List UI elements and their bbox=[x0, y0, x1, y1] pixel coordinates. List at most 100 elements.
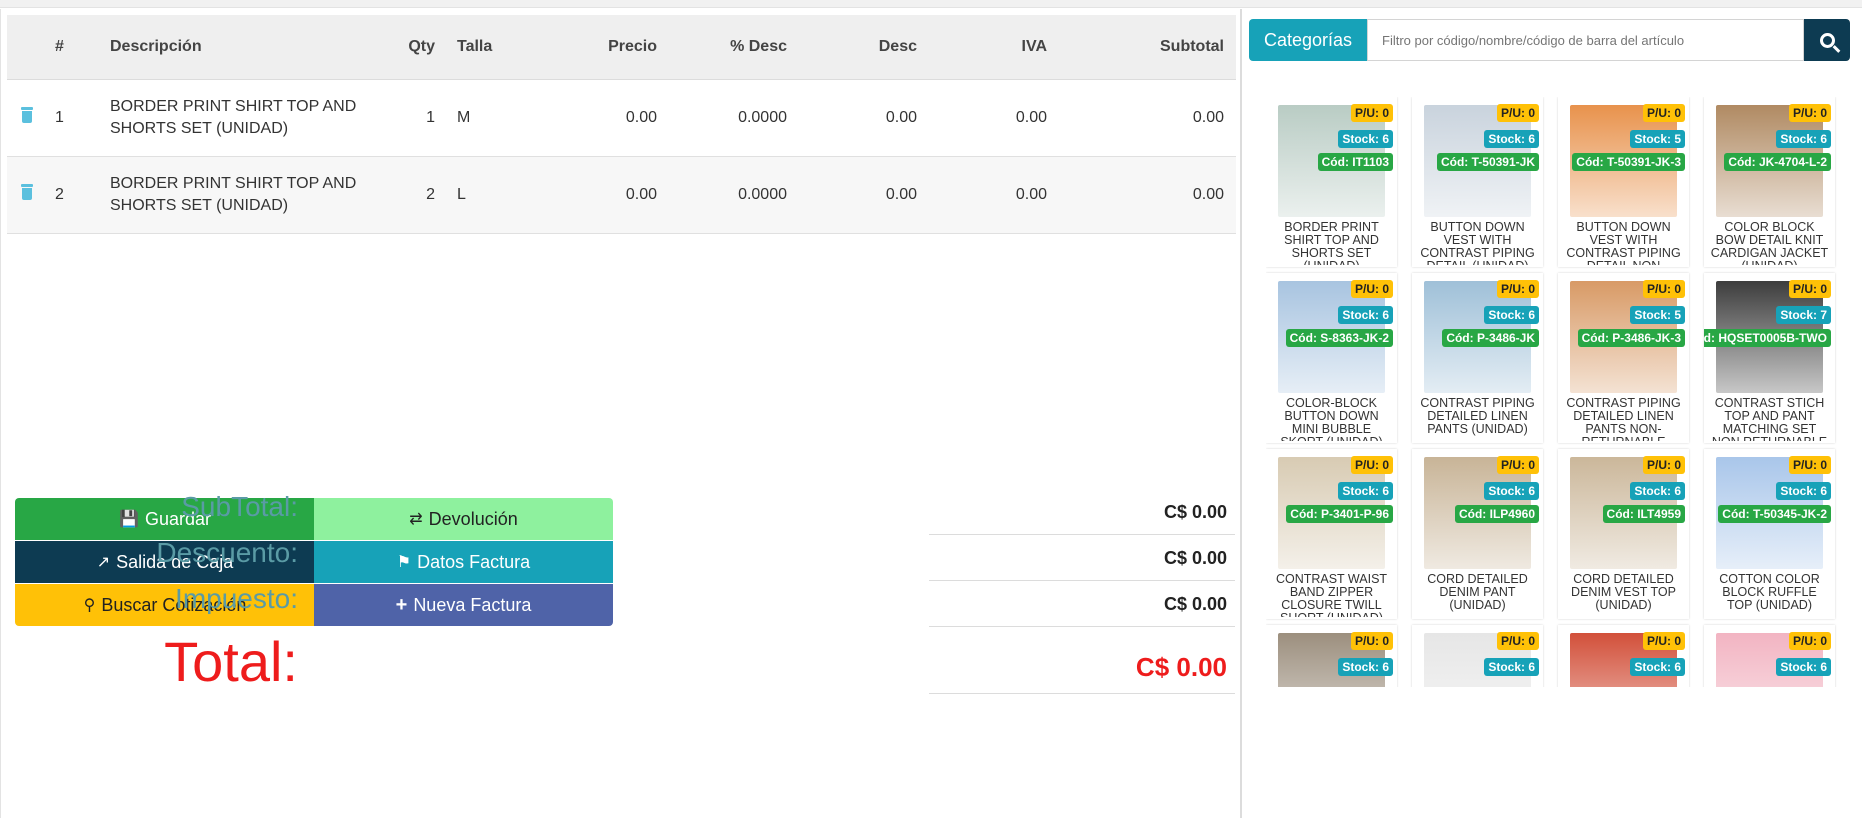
product-card[interactable]: P/U: 0 Stock: 6 Cód: P-3401-P-96 CONTRAST W… bbox=[1266, 449, 1397, 619]
row-number: 1 bbox=[47, 79, 102, 157]
catalog-panel: Categorías P/U: 0 Stock: 6 Cód: IT1103 BORD… bbox=[1244, 9, 1862, 818]
price-badge: P/U: 0 bbox=[1496, 104, 1539, 122]
tax-label: Impuesto: bbox=[175, 583, 298, 614]
header-subtotal: Subtotal bbox=[1059, 15, 1236, 80]
product-card[interactable]: P/U: 0 Stock: 6 bbox=[1558, 625, 1689, 687]
row-iva: 0.00 bbox=[929, 79, 1059, 157]
code-badge: Cód: P-3401-P-96 bbox=[1286, 505, 1393, 523]
code-badge: Cód: HQSET0005B-TWO bbox=[1704, 329, 1831, 347]
categories-button[interactable]: Categorías bbox=[1249, 19, 1367, 61]
price-badge: P/U: 0 bbox=[1642, 104, 1685, 122]
row-number: 2 bbox=[47, 156, 102, 234]
row-discount-pct[interactable]: 0.0000 bbox=[669, 156, 799, 234]
items-table: # Descripción Qty Talla Precio % Desc De… bbox=[7, 15, 1236, 234]
product-card[interactable]: P/U: 0 Stock: 6 bbox=[1704, 625, 1835, 687]
price-badge: P/U: 0 bbox=[1642, 632, 1685, 650]
code-badge: Cód: JK-4704-L-2 bbox=[1724, 153, 1831, 171]
product-card[interactable]: P/U: 0 Stock: 6 Cód: T-50345-JK-2 COTTON CO… bbox=[1704, 449, 1835, 619]
row-size: M bbox=[449, 79, 559, 157]
code-badge: Cód: T-50391-JK bbox=[1436, 153, 1539, 171]
price-badge: P/U: 0 bbox=[1642, 280, 1685, 298]
price-badge: P/U: 0 bbox=[1350, 280, 1393, 298]
price-badge: P/U: 0 bbox=[1496, 280, 1539, 298]
delete-row-button[interactable] bbox=[7, 79, 47, 157]
stock-badge: Stock: 6 bbox=[1338, 130, 1393, 148]
floppy-icon: 💾 bbox=[119, 511, 139, 528]
price-badge: P/U: 0 bbox=[1496, 456, 1539, 474]
stock-badge: Stock: 6 bbox=[1776, 658, 1831, 676]
header-discount-pct: % Desc bbox=[669, 15, 799, 80]
code-badge: Cód: T-50391-JK-3 bbox=[1572, 153, 1685, 171]
row-price[interactable]: 0.00 bbox=[559, 79, 669, 157]
retweet-icon: ⇄ bbox=[409, 511, 423, 528]
trash-icon[interactable] bbox=[21, 107, 33, 123]
header-iva: IVA bbox=[929, 15, 1059, 80]
stock-badge: Stock: 6 bbox=[1484, 658, 1539, 676]
product-card[interactable]: P/U: 0 Stock: 6 Cód: ILT4959 CORD DETAILED … bbox=[1558, 449, 1689, 619]
search-icon: ⚲ bbox=[83, 597, 96, 614]
row-discount: 0.00 bbox=[799, 156, 929, 234]
header-description: Descripción bbox=[102, 15, 389, 80]
price-badge: P/U: 0 bbox=[1496, 632, 1539, 650]
product-card[interactable]: P/U: 0 Stock: 6 Cód: ILP4960 CORD DETAILED … bbox=[1412, 449, 1543, 619]
invoice-data-button[interactable]: ⚑ Datos Factura bbox=[314, 541, 613, 583]
search-button[interactable] bbox=[1804, 19, 1850, 61]
product-card[interactable]: P/U: 0 Stock: 6 Cód: S-8363-JK-2 COLOR-BLOC… bbox=[1266, 273, 1397, 443]
stock-badge: Stock: 6 bbox=[1776, 482, 1831, 500]
table-row: 2 BORDER PRINT SHIRT TOP AND SHORTS SET … bbox=[7, 156, 1236, 234]
external-link-icon: ↗ bbox=[96, 554, 111, 571]
subtotal-value: C$ 0.00 bbox=[929, 489, 1235, 535]
product-name: COTTON COLOR BLOCK RUFFLE TOP (UNIDAD) bbox=[1719, 573, 1820, 612]
trash-icon[interactable] bbox=[21, 184, 33, 200]
product-card[interactable]: P/U: 0 Stock: 5 Cód: T-50391-JK-3 BUTTON DO… bbox=[1558, 97, 1689, 267]
product-name: CONTRAST WAIST BAND ZIPPER CLOSURE TWILL… bbox=[1275, 573, 1388, 617]
subtotal-label: SubTotal: bbox=[181, 491, 298, 522]
return-button[interactable]: ⇄ Devolución bbox=[314, 498, 613, 540]
tax-value: C$ 0.00 bbox=[929, 581, 1235, 627]
tag-icon: ⚑ bbox=[396, 554, 412, 571]
header-qty: Qty bbox=[389, 15, 449, 80]
product-card[interactable]: P/U: 0 Stock: 6 Cód: T-50391-JK BUTTON DOWN… bbox=[1412, 97, 1543, 267]
product-card[interactable]: P/U: 0 Stock: 7 Cód: HQSET0005B-TWO CONTRAS… bbox=[1704, 273, 1835, 443]
row-subtotal: 0.00 bbox=[1059, 156, 1236, 234]
row-price[interactable]: 0.00 bbox=[559, 156, 669, 234]
code-badge: Cód: P-3486-JK bbox=[1442, 329, 1539, 347]
price-badge: P/U: 0 bbox=[1642, 456, 1685, 474]
product-name: BUTTON DOWN VEST WITH CONTRAST PIPING DE… bbox=[1420, 221, 1535, 265]
code-badge: Cód: P-3486-JK-3 bbox=[1577, 329, 1685, 347]
product-search-input[interactable] bbox=[1367, 19, 1804, 61]
stock-badge: Stock: 5 bbox=[1630, 306, 1685, 324]
product-name: BORDER PRINT SHIRT TOP AND SHORTS SET (U… bbox=[1284, 221, 1379, 265]
stock-badge: Stock: 7 bbox=[1776, 306, 1831, 324]
product-name: COLOR BLOCK BOW DETAIL KNIT CARDIGAN JAC… bbox=[1710, 221, 1829, 265]
product-name: CORD DETAILED DENIM VEST TOP (UNIDAD) bbox=[1571, 573, 1676, 612]
row-discount-pct[interactable]: 0.0000 bbox=[669, 79, 799, 157]
header-delete bbox=[7, 15, 47, 80]
code-badge: Cód: ILT4959 bbox=[1602, 505, 1685, 523]
price-badge: P/U: 0 bbox=[1350, 456, 1393, 474]
price-badge: P/U: 0 bbox=[1788, 456, 1831, 474]
product-card[interactable]: P/U: 0 Stock: 6 bbox=[1266, 625, 1397, 687]
search-icon bbox=[1819, 32, 1835, 48]
stock-badge: Stock: 6 bbox=[1630, 658, 1685, 676]
invoice-panel: # Descripción Qty Talla Precio % Desc De… bbox=[0, 9, 1242, 818]
row-qty[interactable]: 1 bbox=[389, 79, 449, 157]
table-row: 1 BORDER PRINT SHIRT TOP AND SHORTS SET … bbox=[7, 79, 1236, 157]
stock-badge: Stock: 5 bbox=[1630, 130, 1685, 148]
price-badge: P/U: 0 bbox=[1350, 104, 1393, 122]
delete-row-button[interactable] bbox=[7, 156, 47, 234]
stock-badge: Stock: 6 bbox=[1484, 130, 1539, 148]
total-label: Total: bbox=[164, 630, 298, 693]
stock-badge: Stock: 6 bbox=[1484, 482, 1539, 500]
row-qty[interactable]: 2 bbox=[389, 156, 449, 234]
new-invoice-button[interactable]: + Nueva Factura bbox=[314, 584, 613, 626]
product-card[interactable]: P/U: 0 Stock: 6 Cód: P-3486-JK CONTRAST PIP… bbox=[1412, 273, 1543, 443]
product-card[interactable]: P/U: 0 Stock: 5 Cód: P-3486-JK-3 CONTRAST P… bbox=[1558, 273, 1689, 443]
header-size: Talla bbox=[449, 15, 559, 80]
product-card[interactable]: P/U: 0 Stock: 6 Cód: IT1103 BORDER PRINT SH… bbox=[1266, 97, 1397, 267]
header-number: # bbox=[47, 15, 102, 80]
plus-icon: + bbox=[395, 593, 408, 616]
product-name: CONTRAST STICH TOP AND PANT MATCHING SET… bbox=[1712, 397, 1827, 441]
product-card[interactable]: P/U: 0 Stock: 6 bbox=[1412, 625, 1543, 687]
product-card[interactable]: P/U: 0 Stock: 6 Cód: JK-4704-L-2 COLOR BLOC… bbox=[1704, 97, 1835, 267]
